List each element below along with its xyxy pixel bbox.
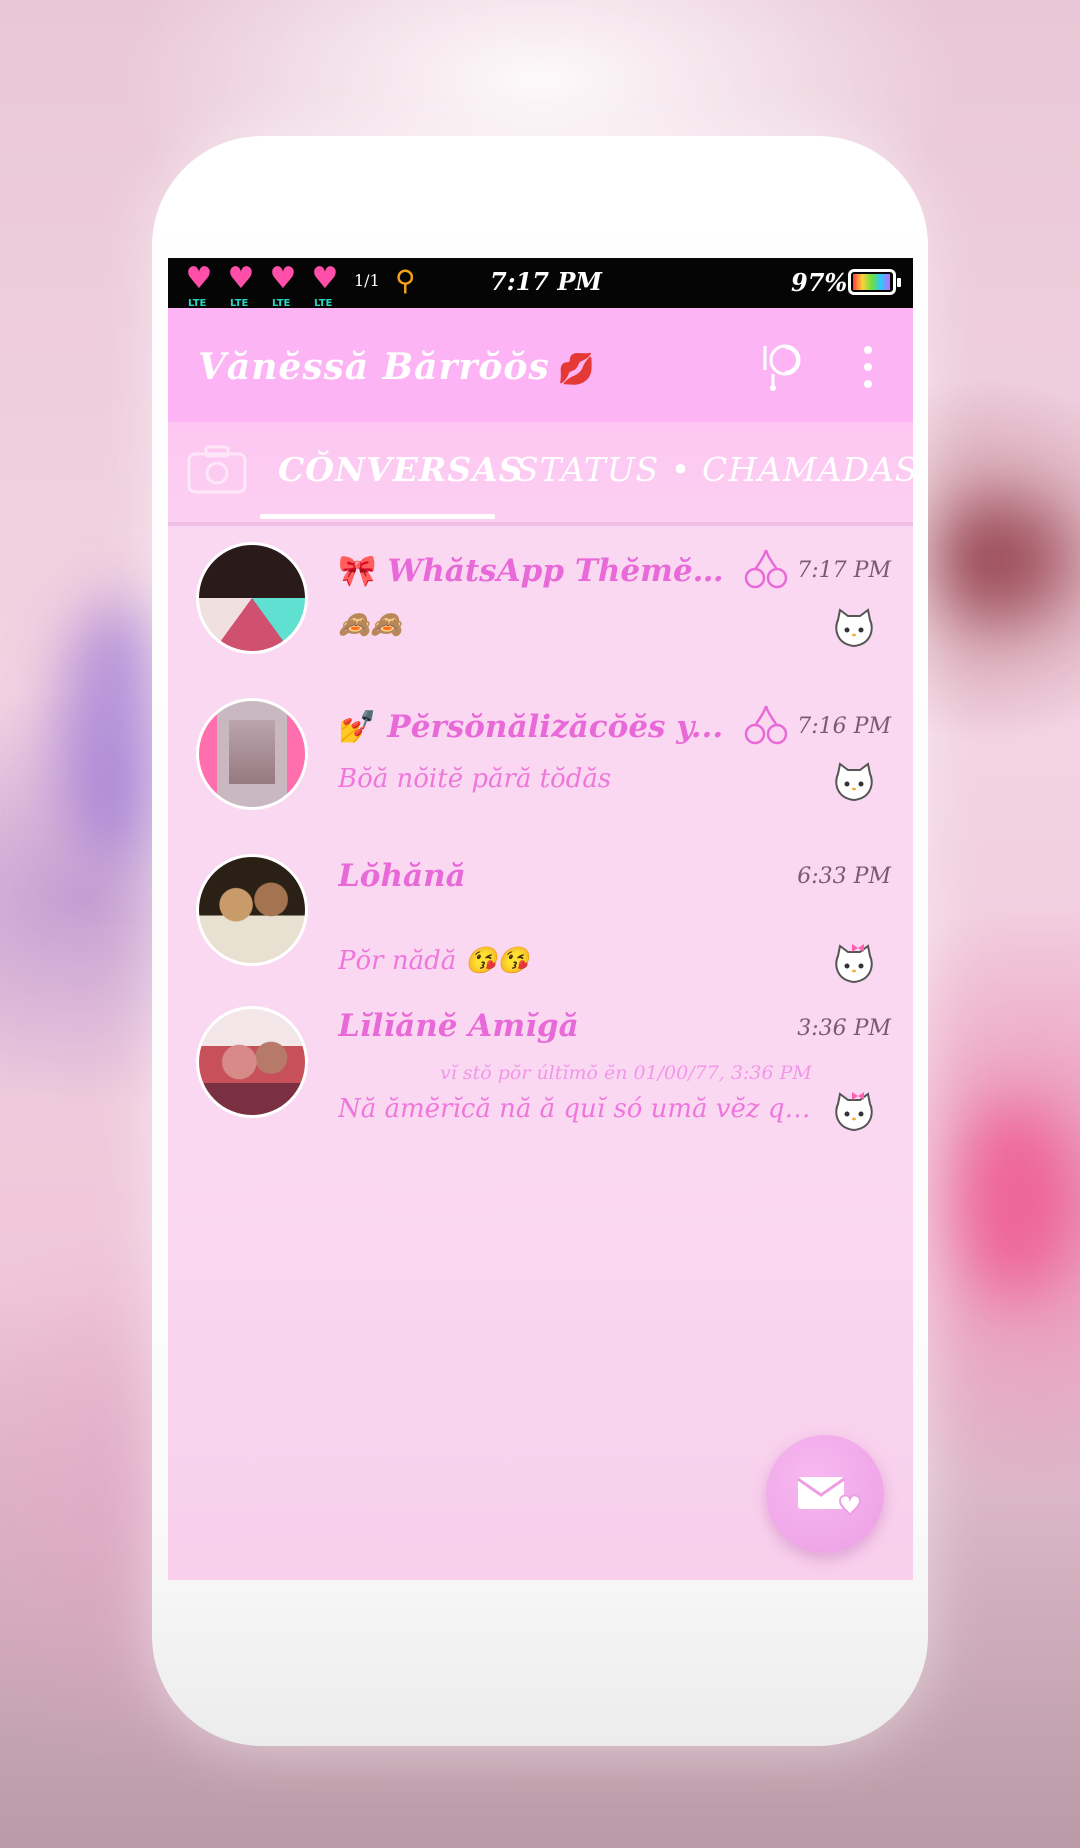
dot [864, 380, 872, 388]
tab-status[interactable]: STATUS • [516, 450, 691, 489]
app-bar: Vănĕssă Bărrŏŏs 💋 [168, 308, 913, 422]
camera-icon[interactable] [186, 444, 248, 496]
chat-last-message: Pŏr nădă 😘😘 [338, 946, 530, 976]
active-tab-indicator [260, 514, 495, 519]
ribbon-emoji-icon: 🎀 [338, 553, 377, 589]
more-options-button[interactable] [862, 346, 874, 388]
chat-last-message: 🙈🙈 [338, 610, 403, 640]
kitty-bow-icon [835, 944, 873, 984]
avatar [196, 542, 308, 654]
tab-conversas[interactable]: CŎNVERSAS [278, 450, 524, 489]
chat-list-item[interactable]: Lĭlĭănĕ Amĭgă 3:36 PM vĭ stŏ pŏr últĭmŏ … [168, 1006, 913, 1156]
pin-icon: ⚲ [395, 264, 416, 297]
heart-signal-icon: ♥ LTE [227, 261, 255, 310]
kitty-icon [835, 762, 873, 802]
chat-time: 7:16 PM [797, 714, 891, 739]
chat-time: 6:33 PM [797, 864, 891, 889]
chat-list-item[interactable]: 💅 Pĕrsŏnălizăcŏĕs y... 7:16 PM Bŏă nŏitĕ… [168, 694, 913, 844]
battery-icon [848, 269, 901, 295]
heart-signal-icon: ♥ LTE [269, 261, 297, 310]
cherry-icon [744, 549, 788, 589]
new-message-button[interactable] [766, 1435, 884, 1553]
chat-last-message: Bŏă nŏitĕ pără tŏdăs [338, 764, 612, 794]
heart-signal-icon: ♥ LTE [185, 261, 213, 310]
avatar [196, 1006, 308, 1118]
cherry-icon [744, 705, 788, 745]
signal-hearts: ♥ LTE ♥ LTE ♥ LTE ♥ LTE [182, 261, 342, 310]
dot [864, 363, 872, 371]
heart-signal-icon: ♥ LTE [311, 261, 339, 310]
chat-name: Lŏhănă [338, 858, 466, 894]
background-blob [960, 1100, 1070, 1300]
tab-bar: CŎNVERSAS STATUS • CHAMADAS [168, 422, 913, 526]
app-title: Vănĕssă Bărrŏŏs 💋 [198, 346, 596, 388]
background-blob [930, 500, 1070, 620]
avatar [196, 854, 308, 966]
chat-list-item[interactable]: 🎀 WhătsApp Thĕmĕs, B... 7:17 PM 🙈🙈 [168, 538, 913, 688]
nail-polish-emoji-icon: 💅 [338, 709, 377, 745]
chat-list-item[interactable]: Lŏhănă 6:33 PM Pŏr nădă 😘😘 [168, 850, 913, 1000]
chat-name: Lĭlĭănĕ Amĭgă [338, 1008, 579, 1044]
app-title-text: Vănĕssă Bărrŏŏs [198, 346, 550, 388]
lollipop-icon[interactable] [755, 340, 807, 392]
status-bar: ♥ LTE ♥ LTE ♥ LTE ♥ LTE 1/1 ⚲ 7:17 PM 97% [168, 258, 913, 310]
new-message-heart-icon [797, 1477, 862, 1516]
kiss-emoji-icon: 💋 [557, 352, 597, 387]
battery-fill [853, 274, 890, 290]
chat-time: 7:17 PM [797, 558, 891, 583]
battery-percent: 97% [791, 268, 848, 297]
chat-last-message: Nă ămĕrĭcă nă ă quĭ só umă vĕz quĕ ... [338, 1094, 818, 1124]
sim-indicator: 1/1 [354, 271, 380, 290]
tab-chamadas[interactable]: CHAMADAS [702, 450, 913, 489]
avatar-photo [228, 720, 276, 784]
kitty-icon [835, 608, 873, 648]
chat-name: 🎀 WhătsApp Thĕmĕs, B... [338, 553, 738, 589]
chat-last-seen: vĭ stŏ pŏr últĭmŏ ĕn 01/00/77, 3:36 PM [440, 1062, 812, 1084]
app-screen: ♥ LTE ♥ LTE ♥ LTE ♥ LTE 1/1 ⚲ 7:17 PM 97% Vă… [168, 258, 913, 1580]
kitty-bow-icon [835, 1092, 873, 1132]
chat-time: 3:36 PM [797, 1016, 891, 1041]
status-time: 7:17 PM [490, 267, 602, 296]
chat-name: 💅 Pĕrsŏnălizăcŏĕs y... [338, 709, 724, 745]
avatar [196, 698, 308, 810]
dot [864, 346, 872, 354]
